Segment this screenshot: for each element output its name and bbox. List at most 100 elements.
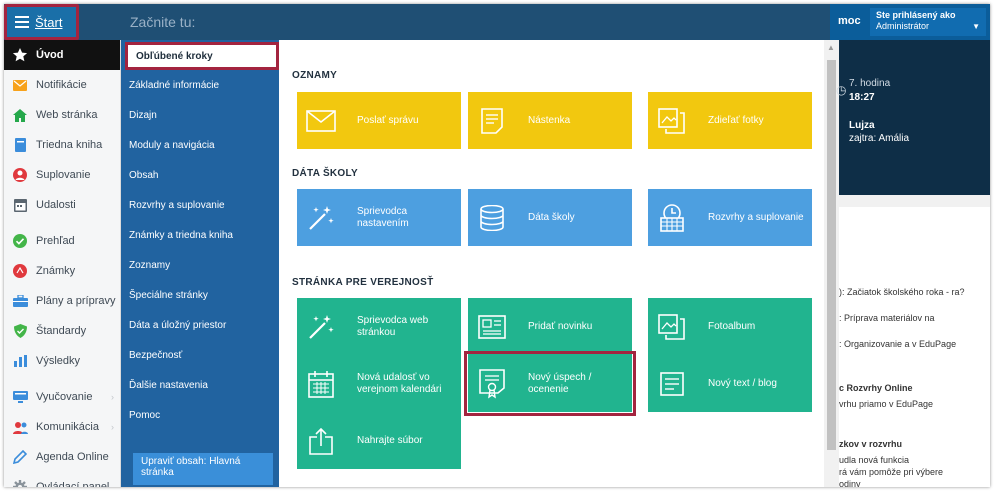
- sidebar-item-web-stránka[interactable]: Web stránka: [4, 100, 120, 130]
- start-menu: Obľúbené kroky Základné informácie Dizajn M…: [121, 40, 279, 487]
- tile-label: Rozvrhy a suplovanie: [708, 211, 804, 223]
- timetable-icon: [656, 202, 688, 234]
- start-panel: OZNAMY Poslať správu Nástenka Zdieľať fotky…: [279, 40, 824, 487]
- news-item[interactable]: c Rozvrhy Online: [839, 382, 990, 394]
- sidebar: Úvod Notifikácie Web stránka Triedna kniha S…: [4, 40, 121, 487]
- menu-item[interactable]: Obsah: [121, 160, 279, 190]
- sidebar-item-ovládací-panel[interactable]: Ovládací panel: [4, 472, 120, 487]
- sidebar-item-label: Vyučovanie: [36, 391, 93, 403]
- menu-item[interactable]: Dáta a úložný priestor: [121, 310, 279, 340]
- menu-item[interactable]: Špeciálne stránky: [121, 280, 279, 310]
- tile-poslať-správu[interactable]: Poslať správu: [297, 92, 461, 149]
- database-icon: [476, 202, 508, 234]
- tile-rozvrhy-a-suplovanie[interactable]: Rozvrhy a suplovanie: [648, 189, 812, 246]
- sidebar-item-štandardy[interactable]: Štandardy: [4, 316, 120, 346]
- menu-item[interactable]: Dizajn: [121, 100, 279, 130]
- tile-label: Dáta školy: [528, 211, 575, 223]
- menu-item[interactable]: Rozvrhy a suplovanie: [121, 190, 279, 220]
- news-item[interactable]: odiny: [839, 478, 990, 487]
- sidebar-item-agenda-online[interactable]: Agenda Online: [4, 442, 120, 472]
- sidebar-item-udalosti[interactable]: Udalosti: [4, 190, 120, 220]
- tile-zdieľať-fotky[interactable]: Zdieľať fotky: [648, 92, 812, 149]
- top-bar: Štart Začnite tu: moc Ste prihlásený ako…: [4, 4, 990, 40]
- menu-item[interactable]: Moduly a navigácia: [121, 130, 279, 160]
- menu-item[interactable]: Bezpečnosť: [121, 340, 279, 370]
- news-item[interactable]: : Organizovanie a v EduPage: [839, 338, 990, 350]
- app-window: Štart Začnite tu: moc Ste prihlásený ako…: [4, 4, 990, 487]
- photos-icon: [656, 311, 688, 343]
- tile-nahrajte-súbor[interactable]: Nahrajte súbor: [297, 412, 461, 469]
- menu-item[interactable]: Zoznamy: [121, 250, 279, 280]
- sidebar-item-triedna-kniha[interactable]: Triedna kniha: [4, 130, 120, 160]
- home-icon: [12, 107, 28, 123]
- news-item[interactable]: vrhu priamo v EduPage: [839, 398, 990, 410]
- login-dropdown[interactable]: Ste prihlásený ako Administrátor ▼: [870, 8, 986, 36]
- tile-pridať-novinku[interactable]: Pridať novinku: [468, 298, 632, 355]
- tile-sprievodca-web-stránkou[interactable]: Sprievodca web stránkou: [297, 298, 461, 355]
- help-link[interactable]: moc: [838, 15, 861, 27]
- tile-label: Poslať správu: [357, 114, 419, 126]
- grade-icon: [12, 263, 28, 279]
- sidebar-item-notifikácie[interactable]: Notifikácie: [4, 70, 120, 100]
- sidebar-item-label: Ovládací panel: [36, 481, 110, 487]
- login-user: Administrátor: [876, 21, 930, 31]
- sidebar-item-prehľad[interactable]: Prehľad: [4, 226, 120, 256]
- award-icon: [476, 368, 508, 400]
- menu-item[interactable]: Známky a triedna kniha: [121, 220, 279, 250]
- sidebar-item-suplovanie[interactable]: Suplovanie: [4, 160, 120, 190]
- scrollbar-thumb[interactable]: [827, 60, 836, 450]
- sidebar-item-komunikácia[interactable]: Komunikácia ›: [4, 412, 120, 442]
- menu-item[interactable]: Pomoc: [121, 400, 279, 430]
- nameday-name: Lujza: [849, 120, 875, 131]
- news-item[interactable]: ): Začiatok školského roka - ra?: [839, 286, 990, 298]
- calendar-icon: [12, 197, 28, 213]
- sidebar-item-label: Známky: [36, 265, 76, 277]
- envelope-icon: [305, 105, 337, 137]
- news-item[interactable]: zkov v rozvrhu: [839, 438, 990, 450]
- sidebar-item-label: Výsledky: [36, 355, 81, 367]
- sidebar-item-výsledky[interactable]: Výsledky: [4, 346, 120, 376]
- news-item[interactable]: rá vám pomôže pri výbere: [839, 466, 990, 478]
- board-icon: [476, 105, 508, 137]
- check-circle-icon: [12, 233, 28, 249]
- tile-label: Sprievodca nastavením: [357, 205, 409, 229]
- tile-label: Nahrajte súbor: [357, 434, 423, 446]
- tile-nový-úspech-ocenenie[interactable]: Nový úspech / ocenenie: [464, 351, 636, 416]
- bar-chart-icon: [12, 353, 28, 369]
- edit-content-label-1: Upraviť obsah: Hlavná: [141, 456, 241, 467]
- edit-content-button[interactable]: Upraviť obsah: Hlavná stránka: [133, 453, 273, 485]
- menu-item[interactable]: Obľúbené kroky: [125, 42, 279, 70]
- sidebar-item-label: Prehľad: [36, 235, 75, 247]
- tile-fotoalbum[interactable]: Fotoalbum: [648, 298, 812, 355]
- panel-scrollbar[interactable]: ▲: [824, 40, 839, 487]
- hamburger-icon: [15, 16, 29, 28]
- magic-wand-icon: [305, 202, 337, 234]
- page-title: Začnite tu:: [130, 14, 196, 30]
- news-item[interactable]: udla nová funkcia: [839, 454, 990, 466]
- tile-nová-udalosť-vo-verejnom-kalendári[interactable]: Nová udalosť vo verejnom kalendári: [297, 355, 461, 412]
- people-icon: [12, 419, 28, 435]
- start-menu-button[interactable]: Štart: [4, 4, 79, 40]
- news-item[interactable]: : Príprava materiálov na: [839, 312, 990, 324]
- tile-dáta-školy[interactable]: Dáta školy: [468, 189, 632, 246]
- section-title: DÁTA ŠKOLY: [292, 168, 358, 179]
- pencil-icon: [12, 449, 28, 465]
- tile-label: Nástenka: [528, 114, 571, 126]
- tile-label: Nový úspech / ocenenie: [528, 371, 592, 395]
- sidebar-item-úvod[interactable]: Úvod: [4, 40, 120, 70]
- sidebar-item-label: Web stránka: [36, 109, 98, 121]
- book-icon: [12, 137, 28, 153]
- menu-item[interactable]: Ďalšie nastavenia: [121, 370, 279, 400]
- tile-nový-text-blog[interactable]: Nový text / blog: [648, 355, 812, 412]
- menu-item[interactable]: Základné informácie: [121, 70, 279, 100]
- sidebar-item-známky[interactable]: Známky: [4, 256, 120, 286]
- tile-label: Nová udalosť vo verejnom kalendári: [357, 371, 442, 395]
- chevron-right-icon: ›: [111, 422, 114, 432]
- sidebar-item-vyučovanie[interactable]: Vyučovanie ›: [4, 382, 120, 412]
- scroll-up-icon[interactable]: ▲: [827, 43, 835, 52]
- tile-sprievodca-nastavením[interactable]: Sprievodca nastavením: [297, 189, 461, 246]
- gear-icon: [12, 479, 28, 487]
- tile-nástenka[interactable]: Nástenka: [468, 92, 632, 149]
- sidebar-item-plány-a-prípravy[interactable]: Plány a prípravy: [4, 286, 120, 316]
- info-box: ◷ 7. hodina 18:27 Lujza zajtra: Amália: [836, 40, 990, 195]
